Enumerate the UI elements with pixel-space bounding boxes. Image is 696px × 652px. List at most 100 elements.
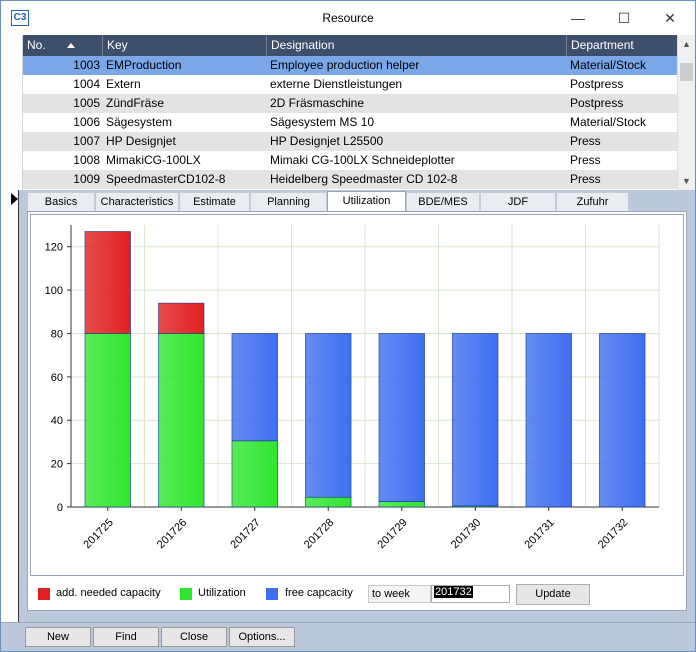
cell-key: MimakiCG-100LX <box>106 153 201 167</box>
scroll-down-icon[interactable]: ▼ <box>678 172 695 190</box>
options-button-label: Options... <box>238 631 286 643</box>
cell-no: 1003 <box>73 58 100 72</box>
table-row[interactable]: 1005 ZündFräse 2D Fräsmaschine Postpress <box>23 94 677 113</box>
bar-free-capcacity <box>378 333 425 502</box>
close-button-label: Close <box>179 631 209 643</box>
scroll-thumb[interactable] <box>680 63 693 81</box>
grid-row-indicator-strip <box>1 35 23 190</box>
table-row[interactable]: 1003 EMProduction Employee production he… <box>23 56 677 75</box>
resource-window: C3 Resource — ☐ ✕ No. Key Designation De… <box>0 0 696 652</box>
cell-key: Sägesystem <box>106 115 173 129</box>
cell-department: Press <box>570 134 601 148</box>
new-button[interactable]: New <box>25 627 91 647</box>
utilization-panel: 0 20 40 60 80 100 120 201725 201726 201727 201728 2… <box>27 211 687 611</box>
y-tick-label: 80 <box>51 328 63 340</box>
cell-designation: externe Dienstleistungen <box>270 77 403 91</box>
table-row[interactable]: 1004 Extern externe Dienstleistungen Pos… <box>23 75 677 94</box>
sort-ascending-icon <box>67 43 75 48</box>
cell-key: Extern <box>106 77 141 91</box>
tab-basics[interactable]: Basics <box>27 192 95 212</box>
x-tick-label: 201729 <box>375 517 409 551</box>
options-button[interactable]: Options... <box>229 627 295 647</box>
minimize-icon[interactable]: — <box>555 1 601 35</box>
maximize-icon[interactable]: ☐ <box>601 1 647 35</box>
cell-no: 1004 <box>73 77 100 91</box>
grid-header: No. Key Designation Department <box>23 35 677 56</box>
x-tick-label: 201726 <box>155 517 189 551</box>
x-tick-label: 201727 <box>228 517 262 551</box>
cell-no: 1005 <box>73 96 100 110</box>
column-header-label: No. <box>27 38 46 52</box>
legend-label-utilization: Utilization <box>198 587 246 599</box>
column-header-no[interactable]: No. <box>23 35 103 56</box>
y-tick-label: 40 <box>51 415 63 427</box>
table-row[interactable]: 1006 Sägesystem Sägesystem MS 10 Materia… <box>23 113 677 132</box>
cell-no: 1009 <box>73 172 100 186</box>
tab-jdf[interactable]: JDF <box>480 192 556 212</box>
close-button[interactable]: Close <box>161 627 227 647</box>
cell-department: Postpress <box>570 77 624 91</box>
legend-swatch-utilization <box>180 588 192 600</box>
y-tick-label: 100 <box>45 285 63 297</box>
bar-utilization <box>231 440 278 508</box>
legend-swatch-add-needed <box>38 588 50 600</box>
bar-add-needed-capacity <box>158 302 205 334</box>
cell-department: Press <box>570 153 601 167</box>
cell-designation: 2D Fräsmaschine <box>270 96 365 110</box>
legend-label-free: free capcacity <box>285 587 353 599</box>
bar-utilization <box>84 333 131 508</box>
y-tick-label: 0 <box>57 502 63 514</box>
cell-no: 1007 <box>73 134 100 148</box>
cell-key: HP Designjet <box>106 134 176 148</box>
table-row[interactable]: 1007 HP Designjet HP Designjet L25500 Pr… <box>23 132 677 151</box>
tab-zufuhr[interactable]: Zufuhr <box>556 192 629 212</box>
chart-legend: add. needed capacity Utilization free ca… <box>28 579 686 609</box>
tab-bde-mes[interactable]: BDE/MES <box>406 192 480 212</box>
grid-vertical-scrollbar[interactable]: ▲ ▼ <box>677 35 695 190</box>
y-tick-label: 120 <box>45 242 63 254</box>
week-input[interactable]: 201732 <box>431 585 510 603</box>
bar-free-capcacity <box>599 333 646 508</box>
resource-grid: No. Key Designation Department 1003 EMPr… <box>23 35 695 190</box>
y-tick-label: 20 <box>51 459 63 471</box>
title-bar: C3 Resource — ☐ ✕ <box>1 1 695 35</box>
tab-characteristics[interactable]: Characteristics <box>95 192 179 212</box>
cell-department: Material/Stock <box>570 115 647 129</box>
utilization-chart-svg: 0 20 40 60 80 100 120 201725 201726 201727 201728 2… <box>45 225 660 551</box>
cell-department: Press <box>570 172 601 186</box>
tab-utilization[interactable]: Utilization <box>327 191 406 213</box>
legend-label-add-needed: add. needed capacity <box>56 587 161 599</box>
column-header-department[interactable]: Department <box>567 35 677 56</box>
x-tick-label: 201730 <box>449 517 483 551</box>
bar-utilization <box>305 496 352 508</box>
cell-department: Postpress <box>570 96 624 110</box>
detail-panel: Basics Characteristics Estimate Planning… <box>18 190 695 622</box>
to-week-label: to week <box>368 585 431 603</box>
bar-free-capcacity <box>231 333 278 442</box>
y-tick-label: 60 <box>51 372 63 384</box>
cell-department: Material/Stock <box>570 58 647 72</box>
find-button-label: Find <box>115 631 137 643</box>
table-row[interactable]: 1008 MimakiCG-100LX Mimaki CG-100LX Schn… <box>23 151 677 170</box>
bar-utilization <box>158 333 205 508</box>
update-button[interactable]: Update <box>516 584 590 605</box>
close-icon[interactable]: ✕ <box>647 1 693 35</box>
find-button[interactable]: Find <box>93 627 159 647</box>
cell-key: EMProduction <box>106 58 182 72</box>
bar-utilization <box>378 501 425 508</box>
column-header-key[interactable]: Key <box>103 35 267 56</box>
week-input-value: 201732 <box>434 586 473 598</box>
footer-toolbar: New Find Close Options... <box>1 622 695 651</box>
column-header-designation[interactable]: Designation <box>267 35 567 56</box>
bar-free-capcacity <box>305 333 352 498</box>
tab-planning[interactable]: Planning <box>250 192 327 212</box>
table-row[interactable]: 1009 SpeedmasterCD102-8 Heidelberg Speed… <box>23 170 677 189</box>
x-tick-label: 201731 <box>522 517 556 551</box>
new-button-label: New <box>46 631 69 643</box>
current-record-arrow-icon <box>11 193 18 205</box>
cell-designation: Heidelberg Speedmaster CD 102-8 <box>270 172 458 186</box>
scroll-up-icon[interactable]: ▲ <box>678 35 695 53</box>
x-tick-label: 201728 <box>302 517 336 551</box>
tab-estimate[interactable]: Estimate <box>179 192 250 212</box>
cell-key: ZündFräse <box>106 96 165 110</box>
